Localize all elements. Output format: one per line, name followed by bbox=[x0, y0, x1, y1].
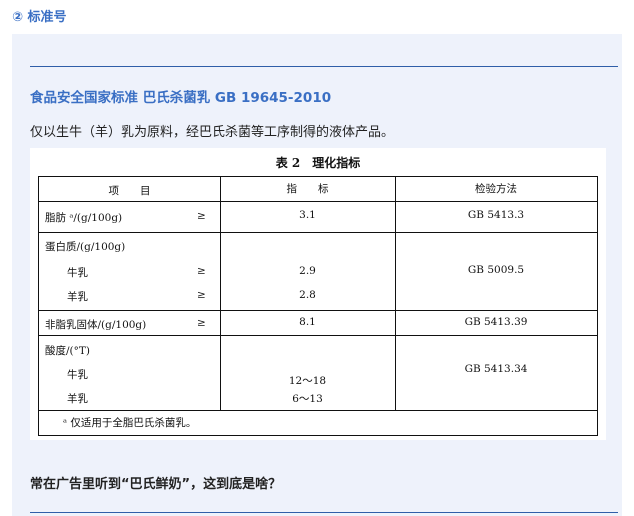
table-footnote: ᵃ 仅适用于全脂巴氏杀菌乳。 bbox=[63, 417, 197, 429]
table-caption-number: 表 2 bbox=[275, 156, 301, 170]
row-fat-op: ≥ bbox=[197, 210, 206, 222]
row-acidity-goat-label: 羊乳 bbox=[67, 393, 88, 405]
table-caption-title: 理化指标 bbox=[312, 156, 361, 170]
divider-bottom bbox=[30, 512, 618, 513]
row-protein-method: GB 5009.5 bbox=[467, 264, 525, 276]
divider-top bbox=[30, 66, 618, 67]
row-protein-goat-value: 2.8 bbox=[299, 289, 316, 301]
row-acidity-label: 酸度/(°T) bbox=[45, 345, 90, 357]
standard-title: 食品安全国家标准 巴氏杀菌乳 GB 19645-2010 bbox=[30, 90, 332, 106]
row-fat-value: 3.1 bbox=[299, 209, 316, 221]
section-number: ② bbox=[12, 10, 24, 25]
row-acidity-goat-value: 6～13 bbox=[292, 393, 323, 405]
standard-table-image: 表 2 理化指标 项 目 指 标 检验方法 脂肪 ᵃ/(g/100g) ≥ 3.1… bbox=[30, 148, 606, 440]
row-divider-protein bbox=[39, 310, 597, 311]
section-title: 标准号 bbox=[27, 10, 67, 25]
header-item: 项 目 bbox=[108, 185, 151, 197]
row-snf-op: ≥ bbox=[197, 317, 206, 329]
row-protein-goat-op: ≥ bbox=[197, 289, 206, 301]
section-heading: ② 标准号 bbox=[12, 6, 67, 25]
row-acidity-cow-value: 12～18 bbox=[288, 375, 327, 387]
row-protein-cow-value: 2.9 bbox=[299, 265, 316, 277]
row-snf-label: 非脂乳固体/(g/100g) bbox=[45, 319, 147, 331]
row-divider-snf bbox=[39, 335, 597, 336]
header-method: 检验方法 bbox=[475, 183, 517, 195]
question-text: 常在广告里听到“巴氏鲜奶”，这到底是啥？ bbox=[30, 477, 282, 492]
row-snf-method: GB 5413.39 bbox=[464, 316, 528, 328]
row-snf-value: 8.1 bbox=[299, 316, 316, 328]
row-fat-method: GB 5413.3 bbox=[467, 209, 525, 221]
physicochemical-table: 项 目 指 标 检验方法 脂肪 ᵃ/(g/100g) ≥ 3.1 GB 5413… bbox=[38, 176, 598, 436]
row-divider-acidity bbox=[39, 410, 597, 411]
row-protein-cow-op: ≥ bbox=[197, 265, 206, 277]
row-divider-header bbox=[39, 201, 597, 202]
row-fat-label: 脂肪 ᵃ/(g/100g) bbox=[45, 212, 123, 224]
row-protein-label: 蛋白质/(g/100g) bbox=[45, 241, 126, 253]
row-protein-cow-label: 牛乳 bbox=[67, 267, 88, 279]
header-index: 指 标 bbox=[286, 183, 329, 195]
content-panel: 食品安全国家标准 巴氏杀菌乳 GB 19645-2010 仅以生牛（羊）乳为原料… bbox=[12, 34, 622, 516]
table-caption: 表 2 理化指标 bbox=[30, 154, 606, 171]
definition-text: 仅以生牛（羊）乳为原料，经巴氏杀菌等工序制得的液体产品。 bbox=[30, 125, 395, 140]
row-acidity-cow-label: 牛乳 bbox=[67, 369, 88, 381]
row-acidity-method: GB 5413.34 bbox=[464, 363, 528, 375]
row-divider-fat bbox=[39, 232, 597, 233]
row-protein-goat-label: 羊乳 bbox=[67, 291, 88, 303]
